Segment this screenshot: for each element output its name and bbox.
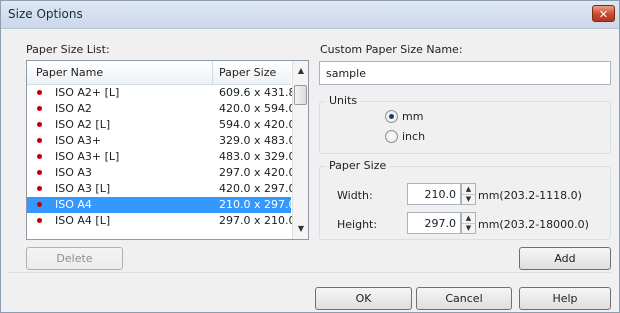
bullet-icon <box>37 170 42 175</box>
height-input[interactable]: 297.0 <box>407 212 461 234</box>
paper-size-list[interactable]: Paper Name Paper Size ISO A2+ [L] 609.6 … <box>26 60 309 240</box>
bullet-icon <box>37 218 42 223</box>
paper-size: 420.0 x 297.0 <box>219 182 296 195</box>
cancel-button[interactable]: Cancel <box>416 287 512 310</box>
width-range: mm(203.2-1118.0) <box>478 189 582 202</box>
paper-size: 297.0 x 420.0 <box>219 166 296 179</box>
dialog-title: Size Options <box>8 7 83 21</box>
radio-mm[interactable] <box>385 110 398 123</box>
paper-name: ISO A2+ [L] <box>55 86 120 99</box>
height-value: 297.0 <box>424 217 457 230</box>
bullet-icon <box>37 106 42 111</box>
bullet-icon <box>37 122 42 127</box>
close-icon: ✕ <box>598 8 609 21</box>
paper-size: 594.0 x 420.0 <box>219 118 296 131</box>
height-label: Height: <box>337 218 378 231</box>
title-bar[interactable]: Size Options ✕ <box>1 1 619 29</box>
paper-name: ISO A3+ [L] <box>55 150 120 163</box>
add-button[interactable]: Add <box>519 247 611 270</box>
bullet-icon <box>37 90 42 95</box>
list-item[interactable]: ISO A3 [L] 420.0 x 297.0 <box>27 181 295 197</box>
column-header-paper-size[interactable]: Paper Size <box>219 66 276 79</box>
paper-size: 210.0 x 297.0 <box>219 198 296 211</box>
custom-name-value: sample <box>326 67 366 80</box>
custom-name-input[interactable]: sample <box>319 61 611 85</box>
help-button[interactable]: Help <box>519 287 611 310</box>
units-group: Units mm inch <box>319 94 611 154</box>
divider <box>9 272 611 273</box>
radio-mm-label[interactable]: mm <box>402 110 423 123</box>
paper-size-group: Paper Size Width: 210.0 ▲ ▼ mm(203.2-111… <box>319 159 611 240</box>
width-input[interactable]: 210.0 <box>407 183 461 205</box>
paper-name: ISO A4 <box>55 198 92 211</box>
column-header-paper-name[interactable]: Paper Name <box>36 66 103 79</box>
paper-size: 329.0 x 483.0 <box>219 134 296 147</box>
size-options-dialog: Size Options ✕ Paper Size List: Paper Na… <box>0 0 620 313</box>
paper-name: ISO A3 [L] <box>55 182 111 195</box>
scroll-down-icon[interactable]: ▼ <box>293 221 308 237</box>
delete-button[interactable]: Delete <box>26 247 123 270</box>
paper-name: ISO A3 <box>55 166 92 179</box>
paper-size-group-title: Paper Size <box>326 159 390 172</box>
list-header: Paper Name Paper Size <box>27 61 291 85</box>
units-group-title: Units <box>326 94 361 107</box>
paper-size-list-label: Paper Size List: <box>26 43 110 56</box>
paper-size: 297.0 x 210.0 <box>219 214 296 227</box>
paper-size: 609.6 x 431.8 <box>219 86 296 99</box>
list-item-selected[interactable]: ISO A4 210.0 x 297.0 <box>27 197 295 213</box>
ok-button[interactable]: OK <box>315 287 412 310</box>
bullet-icon <box>37 138 42 143</box>
scroll-up-icon[interactable]: ▲ <box>293 63 308 79</box>
width-spinner[interactable]: ▲ ▼ <box>461 183 476 205</box>
close-button[interactable]: ✕ <box>592 5 615 22</box>
list-item[interactable]: ISO A4 [L] 297.0 x 210.0 <box>27 213 295 229</box>
custom-name-label: Custom Paper Size Name: <box>320 43 463 56</box>
radio-inch[interactable] <box>385 130 398 143</box>
list-item[interactable]: ISO A3 297.0 x 420.0 <box>27 165 295 181</box>
width-label: Width: <box>337 189 373 202</box>
list-item[interactable]: ISO A3+ [L] 483.0 x 329.0 <box>27 149 295 165</box>
scroll-thumb[interactable] <box>294 85 307 105</box>
height-range: mm(203.2-18000.0) <box>478 218 589 231</box>
bullet-icon <box>37 186 42 191</box>
spin-down-icon[interactable]: ▼ <box>462 194 475 204</box>
header-divider <box>212 61 213 84</box>
bullet-icon <box>37 202 42 207</box>
list-item[interactable]: ISO A2+ [L] 609.6 x 431.8 <box>27 85 295 101</box>
list-item[interactable]: ISO A3+ 329.0 x 483.0 <box>27 133 295 149</box>
list-item[interactable]: ISO A2 [L] 594.0 x 420.0 <box>27 117 295 133</box>
bullet-icon <box>37 154 42 159</box>
list-scrollbar[interactable]: ▲ ▼ <box>292 61 308 239</box>
spin-down-icon[interactable]: ▼ <box>462 223 475 233</box>
paper-name: ISO A4 [L] <box>55 214 111 227</box>
paper-name: ISO A2 [L] <box>55 118 111 131</box>
paper-name: ISO A3+ <box>55 134 102 147</box>
height-spinner[interactable]: ▲ ▼ <box>461 212 476 234</box>
paper-name: ISO A2 <box>55 102 92 115</box>
paper-size: 420.0 x 594.0 <box>219 102 296 115</box>
paper-size: 483.0 x 329.0 <box>219 150 296 163</box>
radio-inch-label[interactable]: inch <box>402 130 425 143</box>
width-value: 210.0 <box>424 188 457 201</box>
list-item[interactable]: ISO A2 420.0 x 594.0 <box>27 101 295 117</box>
